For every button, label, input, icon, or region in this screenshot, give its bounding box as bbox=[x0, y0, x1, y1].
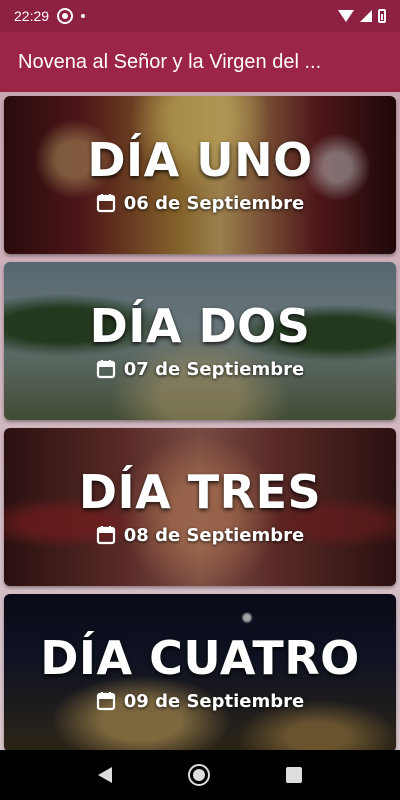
signal-icon bbox=[360, 10, 372, 22]
status-left: 22:29 bbox=[14, 8, 86, 24]
day-date-row: 09 de Septiembre bbox=[96, 691, 304, 712]
calendar-icon bbox=[96, 692, 115, 711]
day-card-uno[interactable]: DÍA UNO 06 de Septiembre bbox=[4, 96, 396, 254]
status-bar: 22:29 bbox=[0, 0, 400, 32]
day-date-row: 06 de Septiembre bbox=[96, 193, 304, 214]
day-title: DÍA TRES bbox=[78, 464, 322, 519]
day-date-row: 08 de Septiembre bbox=[96, 525, 304, 546]
calendar-icon bbox=[96, 526, 115, 545]
whatsapp-icon bbox=[57, 8, 74, 24]
day-title: DÍA DOS bbox=[89, 298, 311, 353]
day-date: 06 de Septiembre bbox=[123, 192, 305, 214]
back-icon[interactable] bbox=[98, 767, 112, 783]
status-time: 22:29 bbox=[14, 8, 50, 24]
app-title: Novena al Señor y la Virgen del ... bbox=[18, 50, 322, 73]
day-date: 09 de Septiembre bbox=[123, 690, 305, 712]
wifi-icon bbox=[338, 10, 354, 22]
recents-icon[interactable] bbox=[286, 767, 302, 783]
day-title: DÍA CUATRO bbox=[40, 630, 360, 685]
day-date: 08 de Septiembre bbox=[123, 524, 305, 546]
day-card-cuatro[interactable]: DÍA CUATRO 09 de Septiembre bbox=[4, 594, 396, 750]
day-list[interactable]: DÍA UNO 06 de Septiembre DÍA DOS 07 de S… bbox=[0, 92, 400, 750]
app-bar: Novena al Señor y la Virgen del ... bbox=[0, 32, 400, 92]
day-card-tres[interactable]: DÍA TRES 08 de Septiembre bbox=[4, 428, 396, 586]
day-date: 07 de Septiembre bbox=[123, 358, 305, 380]
day-title: DÍA UNO bbox=[87, 132, 313, 187]
calendar-icon bbox=[96, 360, 115, 379]
day-card-dos[interactable]: DÍA DOS 07 de Septiembre bbox=[4, 262, 396, 420]
day-date-row: 07 de Septiembre bbox=[96, 359, 304, 380]
navigation-bar bbox=[0, 750, 400, 800]
battery-icon bbox=[378, 9, 386, 23]
home-icon[interactable] bbox=[188, 764, 210, 786]
notification-dot-icon bbox=[81, 14, 86, 18]
status-right bbox=[338, 9, 386, 23]
calendar-icon bbox=[96, 194, 115, 213]
